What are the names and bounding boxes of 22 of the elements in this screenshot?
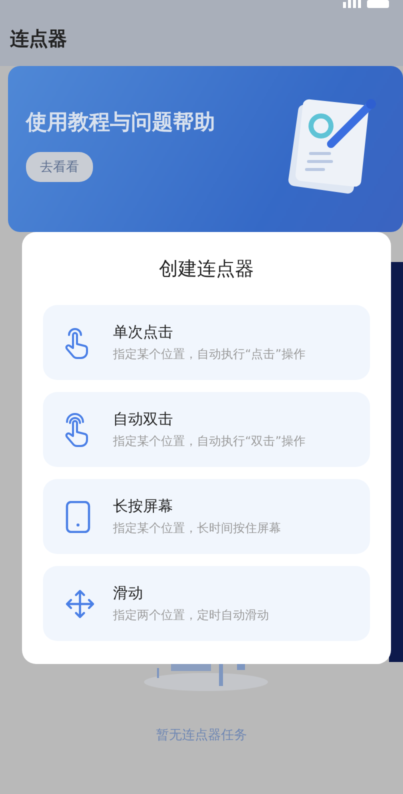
option-card[interactable]: 滑动 指定两个位置，定时自动滑动 <box>43 566 370 641</box>
option-description: 指定两个位置，定时自动滑动 <box>113 606 269 624</box>
option-title: 单次点击 <box>113 322 174 342</box>
battery-icon <box>367 0 389 8</box>
option-description: 指定某个位置，自动执行“双击”操作 <box>113 432 306 450</box>
double-tap-hand-icon <box>65 412 91 448</box>
banner-title: 使用教程与问题帮助 <box>26 109 215 136</box>
option-card[interactable]: 单次点击 指定某个位置，自动执行“点击”操作 <box>43 305 370 380</box>
option-title: 滑动 <box>113 584 144 602</box>
empty-state-message: 暂无连点器任务 <box>156 727 247 744</box>
option-description: 指定某个位置，自动执行“点击”操作 <box>113 346 306 362</box>
dialog-title: 创建连点器 <box>158 257 255 282</box>
option-title: 自动双击 <box>113 410 174 428</box>
option-card[interactable]: 长按屏幕 指定某个位置，长时间按住屏幕 <box>43 479 370 554</box>
page-title: 连点器 <box>0 14 403 66</box>
move-arrows-icon <box>65 588 95 618</box>
option-title: 长按屏幕 <box>113 496 174 516</box>
tap-hand-icon <box>65 326 91 360</box>
option-card[interactable]: 自动双击 指定某个位置，自动执行“双击”操作 <box>43 392 370 467</box>
signal-icon <box>343 0 361 8</box>
option-description: 指定某个位置，长时间按住屏幕 <box>113 520 281 536</box>
phone-icon <box>65 500 91 532</box>
